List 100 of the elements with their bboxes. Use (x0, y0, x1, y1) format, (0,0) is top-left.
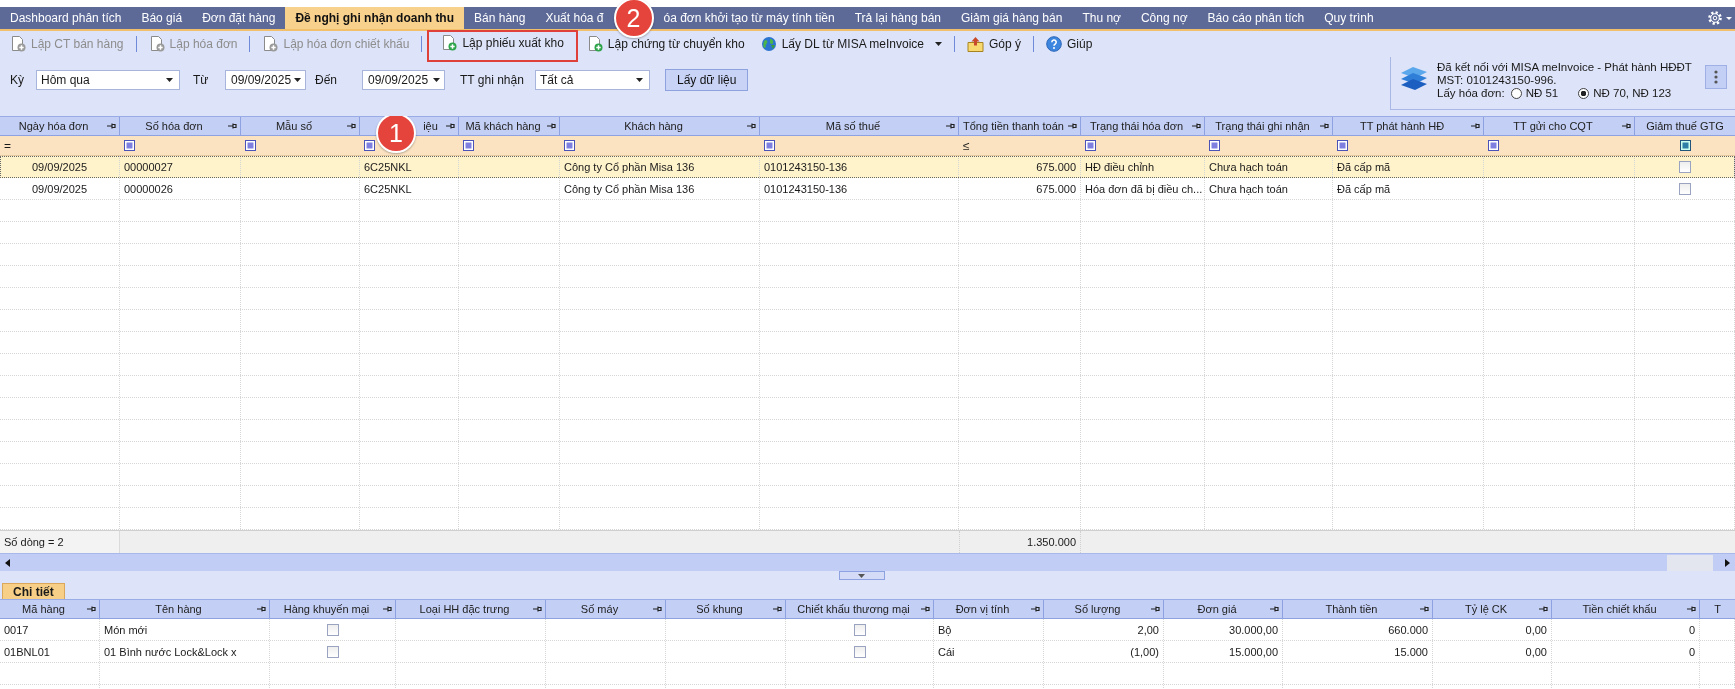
fetch-button[interactable]: Lấy dữ liệu (665, 68, 749, 91)
filter-icon[interactable] (124, 140, 135, 151)
radio-button[interactable] (1578, 88, 1590, 99)
column-header[interactable]: Mã khách hàng (459, 117, 560, 135)
table-cell: Hóa đơn đã bị điều ch... (1085, 182, 1203, 195)
filter-icon[interactable] (1337, 140, 1348, 151)
column-header[interactable]: Giảm thuế GTG (1635, 117, 1735, 135)
column-header[interactable]: Thành tiền (1283, 600, 1433, 618)
table-cell: Cái (938, 645, 955, 658)
column-header[interactable]: Trạng thái ghi nhận (1205, 117, 1333, 135)
column-header[interactable]: TT phát hành HĐ (1333, 117, 1484, 135)
column-header[interactable]: Ngày hóa đơn (0, 117, 120, 135)
checkbox[interactable] (1678, 160, 1691, 173)
column-header[interactable]: Tổng tiền thanh toán (959, 117, 1081, 135)
column-header[interactable]: Số lượng (1044, 600, 1164, 618)
filter-icon[interactable] (245, 140, 256, 151)
column-header[interactable]: Đơn vị tính (934, 600, 1044, 618)
splitter-handle[interactable] (838, 571, 885, 580)
field-label: TT ghi nhận (460, 72, 525, 87)
tab[interactable]: Trả lại hàng bán (844, 7, 951, 29)
column-header[interactable]: T (1700, 600, 1735, 618)
table-cell: 675.000 (1036, 160, 1076, 173)
column-header[interactable]: Tỷ lệ CK (1433, 600, 1552, 618)
tab[interactable]: Dashboard phân tích (0, 7, 132, 29)
dropdown-field[interactable]: Hôm qua (36, 69, 180, 90)
column-header[interactable]: Mã hàng (0, 600, 100, 618)
radio-label: NĐ 51 (1525, 87, 1559, 100)
tab[interactable]: Báo cáo phân tích (1197, 7, 1315, 29)
tab[interactable]: Xuất hóa đ (535, 7, 614, 29)
more-button[interactable] (1705, 65, 1727, 89)
horizontal-scrollbar[interactable] (0, 553, 1735, 571)
checkbox[interactable] (326, 645, 339, 658)
table-row[interactable]: 0017 Món mới Bộ 2,00 30.000,00 660.000 0,00 0 (0, 619, 1735, 641)
toolbar-button[interactable]: Lập phiếu xuất kho (427, 30, 578, 62)
filter-operator[interactable]: = (4, 138, 11, 153)
column-header[interactable]: Khách hàng (560, 117, 760, 135)
filter-icon[interactable] (1209, 140, 1220, 151)
column-header[interactable]: Tiền chiết khấu (1552, 600, 1700, 618)
checkbox[interactable] (853, 645, 866, 658)
column-header[interactable]: Số khung (666, 600, 786, 618)
scrollbar-thumb[interactable] (1667, 554, 1713, 571)
table-cell: 15.000,00 (1229, 645, 1278, 658)
tab[interactable]: Báo giá (131, 7, 193, 29)
stripes-logo (1399, 65, 1429, 91)
filter-icon[interactable] (564, 140, 575, 151)
table-cell: 30.000,00 (1229, 623, 1278, 636)
column-header[interactable]: Loại HH đặc trưng (396, 600, 546, 618)
filter-icon[interactable] (463, 140, 474, 151)
column-header[interactable]: Số hóa đơn (120, 117, 241, 135)
pin-icon (1319, 122, 1329, 130)
field-label: Từ (193, 72, 210, 87)
pin-icon (256, 605, 266, 613)
column-header[interactable]: Số máy (546, 600, 666, 618)
pin-icon (1030, 605, 1040, 613)
column-header[interactable]: Tên hàng (100, 600, 270, 618)
radio-button[interactable] (1510, 88, 1522, 99)
pin-icon (1150, 605, 1160, 613)
filter-icon[interactable] (364, 140, 375, 151)
column-header[interactable]: TT gửi cho CQT (1484, 117, 1635, 135)
column-header[interactable]: Chiết khấu thương mại (786, 600, 934, 618)
column-header[interactable]: Mẫu số (241, 117, 360, 135)
tab[interactable]: Quy trình (1314, 7, 1384, 29)
checkbox[interactable] (853, 623, 866, 636)
toolbar-button[interactable]: Giúp (1039, 31, 1100, 57)
pin-icon (86, 605, 96, 613)
pin-icon (346, 122, 356, 130)
table-cell: Công ty Cổ phần Misa 136 (564, 182, 695, 195)
table-row[interactable]: 09/09/2025 00000027 6C25NKL Công ty Cổ phần Misa 136 0101243150-136 675.000 HĐ điều chỉnh Chưa hạch toán Đã cấp mã (0, 156, 1735, 178)
column-header[interactable]: Hàng khuyến mại (270, 600, 396, 618)
pin-icon (1191, 122, 1201, 130)
tab[interactable]: Chi tiết (2, 583, 65, 599)
date-field[interactable]: 09/09/2025 (225, 69, 306, 90)
filter-icon[interactable] (764, 140, 775, 151)
dropdown-field[interactable]: Tất cả (535, 69, 650, 90)
filter-icon[interactable] (1085, 140, 1096, 151)
tab[interactable]: Thu nợ (1072, 7, 1131, 29)
column-header[interactable]: Mã số thuế (760, 117, 959, 135)
toolbar-button[interactable]: Lấy DL từ MISA meInvoice (753, 31, 949, 57)
tab[interactable]: Công nợ (1130, 7, 1198, 29)
tab[interactable]: Bán hàng (464, 7, 536, 29)
filter-operator[interactable]: ≤ (963, 138, 970, 153)
tab[interactable]: Giảm giá hàng bán (951, 7, 1073, 29)
tab[interactable]: óa đơn khởi tạo từ máy tính tiền (653, 7, 845, 29)
table-row[interactable]: 01BNL01 01 Bình nước Lock&Lock x Cái (1,00) 15.000,00 15.000 0,00 0 (0, 641, 1735, 663)
date-field[interactable]: 09/09/2025 (362, 69, 445, 90)
tab[interactable]: Đơn đặt hàng (192, 7, 286, 29)
filter-icon[interactable] (1488, 140, 1499, 151)
table-cell: 6C25NKL (364, 182, 412, 195)
document-plus-icon (148, 36, 165, 52)
table-row[interactable]: 09/09/2025 00000026 6C25NKL Công ty Cổ phần Misa 136 0101243150-136 675.000 Hóa đơn đã bị điều ch... Chưa hạch toán Đã cấp mã (0, 178, 1735, 200)
filter-icon[interactable] (1679, 140, 1691, 151)
checkbox[interactable] (1678, 182, 1691, 195)
document-plus-icon (441, 35, 458, 51)
toolbar-button[interactable]: Góp ý (960, 31, 1028, 57)
globe-icon (760, 36, 777, 52)
pin-icon (546, 122, 556, 130)
column-header[interactable]: Trạng thái hóa đơn (1081, 117, 1205, 135)
checkbox[interactable] (326, 623, 339, 636)
tab[interactable]: Đề nghị ghi nhận doanh thu (285, 7, 465, 29)
column-header[interactable]: Đơn giá (1164, 600, 1283, 618)
